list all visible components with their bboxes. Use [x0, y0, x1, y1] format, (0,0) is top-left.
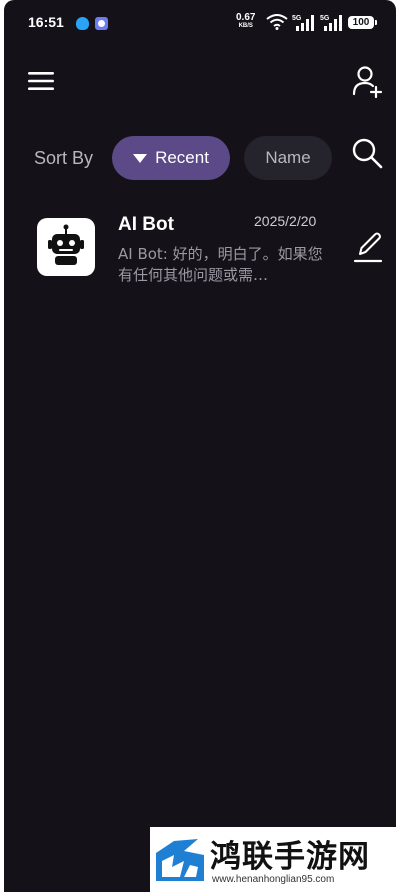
signal-label: 5G: [320, 15, 330, 22]
search-icon: [352, 138, 383, 169]
hamburger-menu-icon: [28, 72, 54, 90]
chat-preview: AI Bot: 好的，明白了。如果您有任何其他问题或需…: [118, 245, 323, 284]
signal-icon: 5G: [292, 15, 314, 31]
sort-recent-chip[interactable]: Recent: [112, 136, 230, 180]
chat-date: 2025/2/20: [254, 213, 317, 229]
search-button[interactable]: [350, 136, 384, 170]
hamburger-menu-button[interactable]: [26, 68, 56, 94]
app-icon: [95, 17, 108, 30]
robot-icon: [48, 224, 84, 265]
add-user-button[interactable]: [352, 64, 384, 99]
network-speed-unit: KB/S: [238, 23, 253, 29]
edit-button[interactable]: [352, 230, 384, 264]
qq-icon: [76, 17, 89, 30]
status-time: 16:51: [28, 14, 64, 30]
add-user-icon: [352, 66, 383, 99]
sort-by-label: Sort By: [34, 148, 94, 168]
chat-name: AI Bot: [118, 214, 174, 235]
network-speed: 0.67 KB/S: [236, 13, 255, 31]
watermark-title: 鸿联手游网: [210, 839, 370, 875]
signal-icon: 5G: [320, 15, 342, 31]
sort-recent-label: Recent: [155, 148, 209, 167]
signal-label: 5G: [292, 15, 302, 22]
status-bar: 16:51 0.67 KB/S 5G 5G 100: [4, 0, 396, 50]
battery-icon: 100: [348, 16, 377, 29]
wifi-icon: [266, 14, 288, 30]
sort-name-chip[interactable]: Name: [244, 136, 332, 180]
app-screen: 16:51 0.67 KB/S 5G 5G 100 Sort By Recent…: [4, 0, 396, 892]
triangle-down-icon: [133, 153, 148, 163]
watermark: 鸿联手游网 www.henanhonglian95.com: [150, 827, 396, 892]
chat-list-item[interactable]: AI Bot 2025/2/20 AI Bot: 好的，明白了。如果您有任何其他…: [4, 200, 396, 290]
edit-pencil-icon: [353, 232, 383, 263]
watermark-logo-icon: [154, 833, 206, 887]
avatar: [37, 218, 95, 276]
watermark-url: www.henanhonglian95.com: [212, 874, 335, 885]
sort-name-label: Name: [265, 148, 311, 167]
